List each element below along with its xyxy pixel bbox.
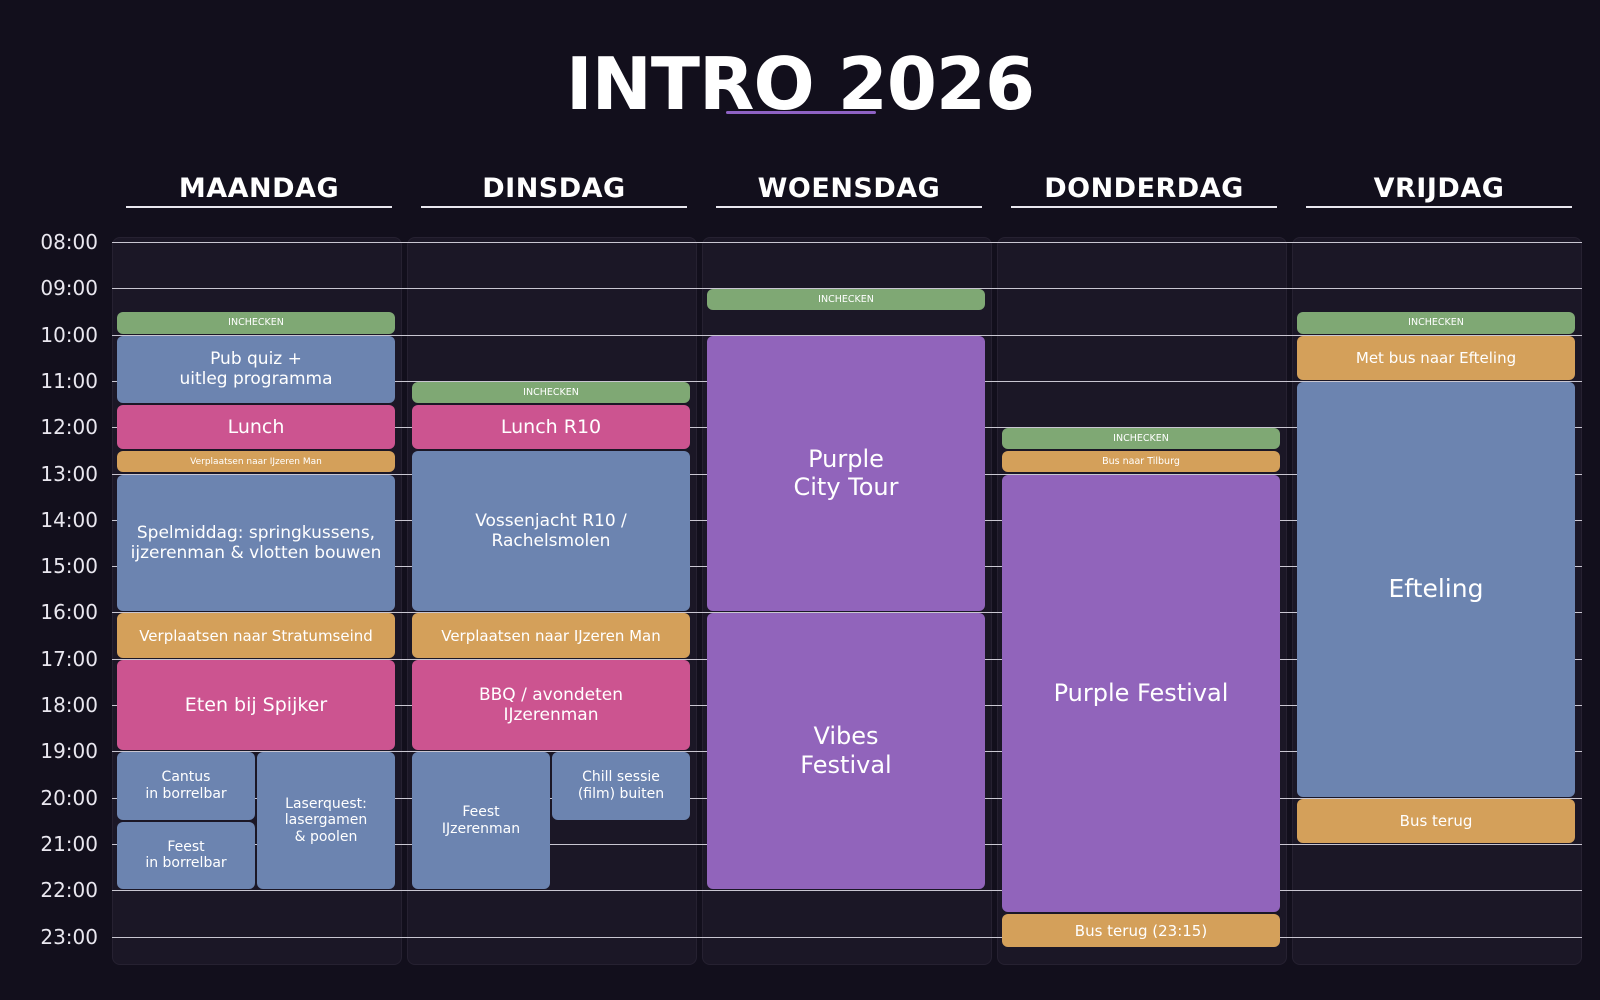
event-verplaatsen-naar-stratumseind[interactable]: Verplaatsen naar Stratumseind (117, 613, 395, 658)
event-label: Spelmiddag: springkussens, ijzerenman & … (130, 522, 382, 563)
hour-label: 12:00 (40, 415, 98, 440)
event-label: Purple City Tour (793, 444, 899, 502)
event-cantus-in-borrelbar[interactable]: Cantus in borrelbar (117, 752, 255, 820)
hour-label: 09:00 (40, 276, 98, 301)
hour-label: 14:00 (40, 507, 98, 532)
event-inchecken[interactable]: INCHECKEN (117, 312, 395, 334)
event-label: Bus terug (23:15) (1074, 921, 1208, 940)
hour-label: 22:00 (40, 878, 98, 903)
event-vossenjacht-r10-rachelsmolen[interactable]: Vossenjacht R10 / Rachelsmolen (412, 451, 690, 612)
day-header-dinsdag: DINSDAG (421, 172, 687, 208)
event-label: Laserquest: lasergamen & poolen (284, 795, 368, 846)
event-label: Purple Festival (1053, 679, 1229, 708)
hour-gridline (112, 242, 1582, 243)
hour-label: 15:00 (40, 554, 98, 579)
event-efteling[interactable]: Efteling (1297, 381, 1575, 797)
event-purple-festival[interactable]: Purple Festival (1002, 474, 1280, 913)
event-pub-quiz-uitleg-programma[interactable]: Pub quiz + uitleg programma (117, 335, 395, 404)
event-inchecken[interactable]: INCHECKEN (412, 381, 690, 404)
title-underline (726, 111, 876, 114)
event-inchecken[interactable]: INCHECKEN (1297, 312, 1575, 334)
event-inchecken[interactable]: INCHECKEN (1002, 428, 1280, 450)
event-chill-sessie-film-buiten[interactable]: Chill sessie (film) buiten (552, 752, 690, 820)
event-feest-ijzerenman[interactable]: Feest IJzerenman (412, 752, 550, 890)
event-label: Met bus naar Efteling (1355, 348, 1517, 367)
event-lunch[interactable]: Lunch (117, 405, 395, 450)
day-header-maandag: MAANDAG (126, 172, 392, 208)
event-bus-naar-tilburg[interactable]: Bus naar Tilburg (1002, 451, 1280, 473)
event-bbq-avondeten-ijzerenman[interactable]: BBQ / avondeten IJzerenman (412, 659, 690, 751)
event-label: Feest in borrelbar (145, 838, 227, 872)
event-label: Feest IJzerenman (441, 803, 521, 837)
event-verplaatsen-naar-ijzeren-man[interactable]: Verplaatsen naar IJzeren Man (117, 451, 395, 473)
hour-label: 19:00 (40, 739, 98, 764)
event-eten-bij-spijker[interactable]: Eten bij Spijker (117, 659, 395, 751)
event-label: INCHECKEN (1408, 317, 1464, 329)
page-title: INTRO 2026 (565, 42, 1035, 126)
event-label: Efteling (1388, 574, 1484, 604)
event-vibes-festival[interactable]: Vibes Festival (707, 613, 985, 890)
hour-label: 23:00 (40, 924, 98, 949)
event-label: Lunch (227, 415, 285, 438)
day-header-donderdag: DONDERDAG (1011, 172, 1277, 208)
hour-label: 10:00 (40, 322, 98, 347)
event-label: Vossenjacht R10 / Rachelsmolen (475, 510, 627, 552)
event-label: INCHECKEN (523, 386, 579, 398)
hour-label: 21:00 (40, 831, 98, 856)
event-bus-terug-23-15[interactable]: Bus terug (23:15) (1002, 914, 1280, 948)
event-label: INCHECKEN (818, 294, 874, 306)
event-label: INCHECKEN (228, 317, 284, 329)
event-label: Verplaatsen naar IJzeren Man (441, 626, 661, 645)
event-feest-in-borrelbar[interactable]: Feest in borrelbar (117, 821, 255, 890)
day-header-woensdag: WOENSDAG (716, 172, 982, 208)
hour-label: 18:00 (40, 693, 98, 717)
event-verplaatsen-naar-ijzeren-man[interactable]: Verplaatsen naar IJzeren Man (412, 613, 690, 658)
event-label: Eten bij Spijker (184, 693, 328, 716)
event-label: Bus terug (1399, 811, 1473, 830)
event-laserquest-lasergamen-poolen[interactable]: Laserquest: lasergamen & poolen (257, 752, 395, 890)
event-lunch-r10[interactable]: Lunch R10 (412, 405, 690, 450)
event-bus-terug[interactable]: Bus terug (1297, 798, 1575, 843)
event-met-bus-naar-efteling[interactable]: Met bus naar Efteling (1297, 335, 1575, 380)
event-label: BBQ / avondeten IJzerenman (478, 684, 624, 725)
event-label: Pub quiz + uitleg programma (179, 348, 333, 390)
event-inchecken[interactable]: INCHECKEN (707, 289, 985, 311)
hour-label: 11:00 (40, 368, 98, 393)
event-label: INCHECKEN (1113, 433, 1169, 445)
event-label: Lunch R10 (500, 415, 602, 438)
hour-gridline (112, 936, 1582, 938)
event-label: Vibes Festival (800, 722, 892, 780)
hour-label: 16:00 (40, 600, 98, 625)
event-purple-city-tour[interactable]: Purple City Tour (707, 335, 985, 612)
hour-label: 13:00 (40, 461, 98, 486)
hour-label: 20:00 (40, 785, 98, 810)
hour-label: 17:00 (40, 646, 98, 671)
event-label: Verplaatsen naar Stratumseind (139, 626, 373, 645)
event-spelmiddag-springkussens-ijzerenman-vlotten-bouwen[interactable]: Spelmiddag: springkussens, ijzerenman & … (117, 474, 395, 612)
event-label: Verplaatsen naar IJzeren Man (190, 456, 322, 467)
event-label: Chill sessie (film) buiten (577, 769, 665, 803)
event-label: Bus naar Tilburg (1102, 456, 1180, 468)
event-label: Cantus in borrelbar (145, 769, 227, 803)
hour-gridline (112, 890, 1582, 892)
hour-label: 08:00 (40, 230, 98, 254)
day-header-vrijdag: VRIJDAG (1306, 172, 1572, 208)
